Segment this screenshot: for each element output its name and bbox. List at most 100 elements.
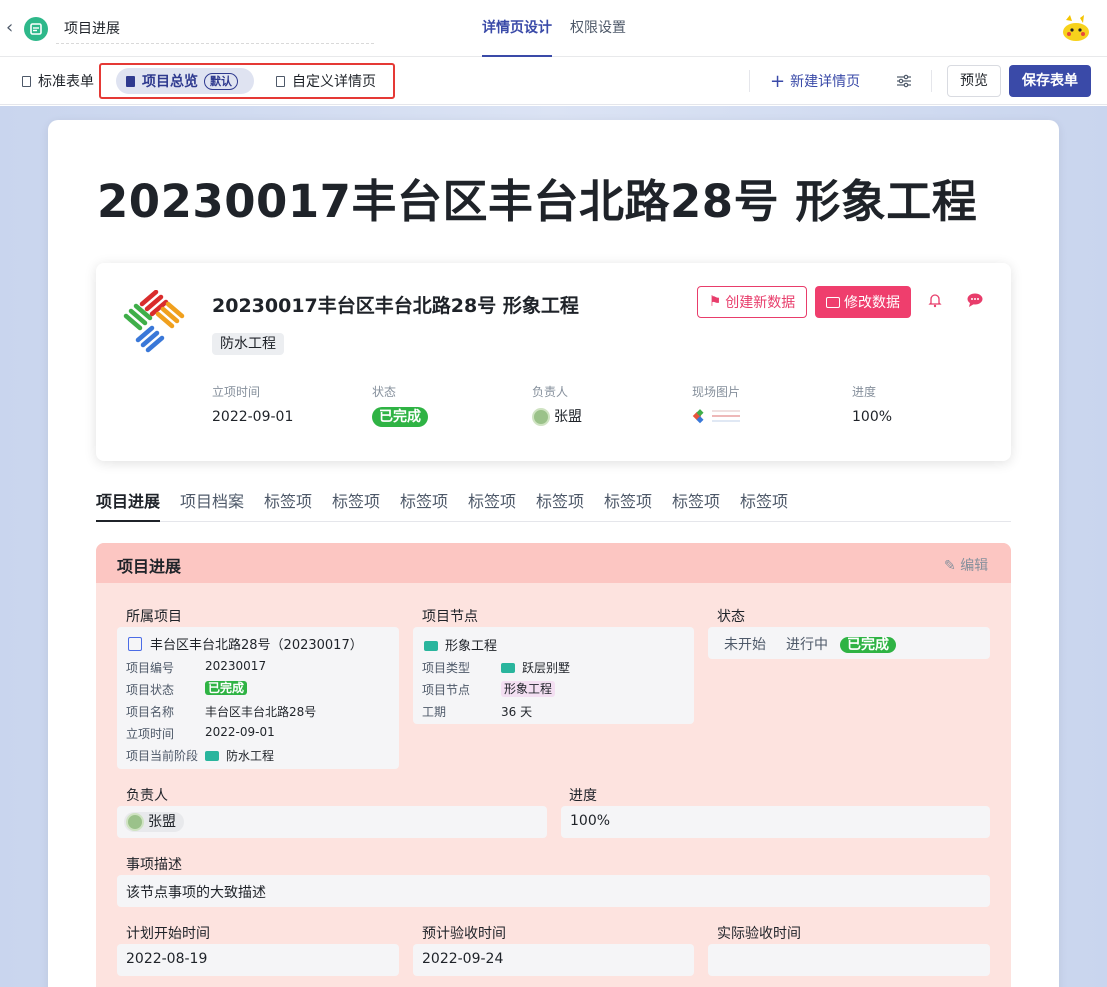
top-bar: ‹ 项目进展 详情页设计 权限设置 xyxy=(0,0,1107,57)
actual-accept-label: 实际验收时间 xyxy=(717,926,801,942)
row-key: 项目编号 xyxy=(126,661,175,675)
status-badge: 已完成 xyxy=(205,681,248,695)
row-key: 项目当前阶段 xyxy=(126,749,199,763)
status-option[interactable]: 进行中 xyxy=(786,635,828,655)
status-label: 状态 xyxy=(717,609,745,625)
edit-data-label: 修改数据 xyxy=(844,295,900,311)
row-value: 2022-09-01 xyxy=(205,725,275,739)
meta-label: 进度 xyxy=(852,385,877,399)
new-detail-button[interactable]: + 新建详情页 xyxy=(770,57,860,105)
row-value: 36 天 xyxy=(501,705,533,719)
meta-value: 2022-09-01 xyxy=(212,409,294,425)
tab-item[interactable]: 标签项 xyxy=(468,485,516,522)
type-value: 跃层别墅 xyxy=(522,661,571,675)
create-data-label: 创建新数据 xyxy=(725,295,796,311)
tab-permission-settings[interactable]: 权限设置 xyxy=(570,0,626,57)
panel-title: 项目进展 xyxy=(117,557,182,576)
owner-name: 张盟 xyxy=(148,814,176,830)
project-logo-icon xyxy=(122,289,188,354)
row-key: 工期 xyxy=(422,705,447,719)
plus-icon: + xyxy=(770,70,786,92)
actual-accept-field[interactable] xyxy=(708,944,990,976)
edit-data-button[interactable]: 修改数据 xyxy=(815,286,911,318)
node-name: 形象工程 xyxy=(445,639,498,654)
new-detail-label: 新建详情页 xyxy=(790,74,861,90)
desc-label: 事项描述 xyxy=(126,857,182,873)
tab-item[interactable]: 标签项 xyxy=(264,485,312,522)
app-title[interactable]: 项目进展 xyxy=(56,16,374,44)
default-badge: 默认 xyxy=(204,72,238,90)
owner-label: 负责人 xyxy=(126,788,168,804)
owner-name: 张盟 xyxy=(554,409,582,425)
overview-label: 项目总览 xyxy=(142,74,198,90)
expected-accept-field[interactable]: 2022-09-24 xyxy=(413,944,694,976)
card-title: 20230017丰台区丰台北路28号 形象工程 xyxy=(212,295,579,317)
progress-field[interactable]: 100% xyxy=(561,806,990,838)
status-badge: 已完成 xyxy=(840,637,896,653)
standard-form-tab[interactable]: 标准表单 xyxy=(22,57,94,105)
meta-label: 现场图片 xyxy=(692,385,741,399)
meta-label: 立项时间 xyxy=(212,385,261,399)
preview-button[interactable]: 预览 xyxy=(947,65,1001,97)
create-data-button[interactable]: ⚑ 创建新数据 xyxy=(697,286,807,318)
node-label: 项目节点 xyxy=(422,609,478,625)
node-tag: 形象工程 xyxy=(501,681,556,697)
row-value: 跃层别墅 xyxy=(501,659,570,676)
status-option[interactable]: 未开始 xyxy=(724,635,766,655)
project-name-row: 丰台区丰台北路28号（20230017） xyxy=(128,634,363,653)
row-value: 已完成 xyxy=(205,680,248,696)
row-value: 丰台区丰台北路28号 xyxy=(205,705,317,719)
plan-start-field[interactable]: 2022-08-19 xyxy=(117,944,399,976)
back-arrow-icon[interactable]: ‹ xyxy=(6,18,20,38)
meta-label: 负责人 xyxy=(532,385,569,399)
project-label: 所属项目 xyxy=(126,609,182,625)
row-key: 项目状态 xyxy=(126,683,175,697)
divider xyxy=(931,70,932,92)
user-avatar[interactable] xyxy=(1058,12,1092,44)
stage-value: 防水工程 xyxy=(226,749,275,763)
tab-detail-design[interactable]: 详情页设计 xyxy=(482,0,552,57)
status-badge: 已完成 xyxy=(372,407,428,427)
site-image-thumbnail[interactable] xyxy=(692,406,744,428)
status-value: 已完成 xyxy=(372,406,428,428)
meta-label: 状态 xyxy=(372,385,397,399)
calendar-icon xyxy=(128,637,142,651)
avatar xyxy=(532,408,550,426)
status-option-selected[interactable]: 已完成 xyxy=(840,635,896,655)
tab-item[interactable]: 标签项 xyxy=(672,485,720,522)
edit-box-icon xyxy=(826,296,840,308)
divider xyxy=(749,70,750,92)
tab-archive[interactable]: 项目档案 xyxy=(180,485,244,522)
standard-form-label: 标准表单 xyxy=(38,74,94,90)
row-key: 项目名称 xyxy=(126,705,175,719)
progress-label: 进度 xyxy=(569,788,597,804)
comment-icon[interactable] xyxy=(965,292,985,312)
tab-item[interactable]: 标签项 xyxy=(604,485,652,522)
tab-item[interactable]: 标签项 xyxy=(536,485,584,522)
row-value: 形象工程 xyxy=(501,680,556,697)
document-icon xyxy=(126,75,135,87)
row-key: 项目类型 xyxy=(422,661,471,675)
row-value: 防水工程 xyxy=(205,747,274,764)
bell-icon[interactable] xyxy=(925,292,945,312)
ticket-icon xyxy=(424,641,438,651)
save-form-button[interactable]: 保存表单 xyxy=(1009,65,1091,97)
avatar xyxy=(126,813,144,831)
owner-chip: 张盟 xyxy=(124,812,184,832)
overview-tab[interactable]: 项目总览 默认 xyxy=(116,68,254,94)
tab-progress[interactable]: 项目进展 xyxy=(96,485,161,522)
tab-item[interactable]: 标签项 xyxy=(740,485,788,522)
expected-accept-label: 预计验收时间 xyxy=(422,926,506,942)
desc-field[interactable]: 该节点事项的大致描述 xyxy=(117,875,990,907)
edit-label: 编辑 xyxy=(960,558,989,574)
ticket-icon xyxy=(205,751,219,761)
plan-start-label: 计划开始时间 xyxy=(126,926,210,942)
tab-item[interactable]: 标签项 xyxy=(400,485,448,522)
owner-value: 张盟 xyxy=(532,406,582,428)
document-icon xyxy=(22,75,31,87)
row-key: 立项时间 xyxy=(126,727,175,741)
row-key: 项目节点 xyxy=(422,683,471,697)
edit-button[interactable]: ✎ 编辑 xyxy=(944,555,988,575)
settings-sliders-icon[interactable] xyxy=(896,57,912,105)
tab-item[interactable]: 标签项 xyxy=(332,485,380,522)
